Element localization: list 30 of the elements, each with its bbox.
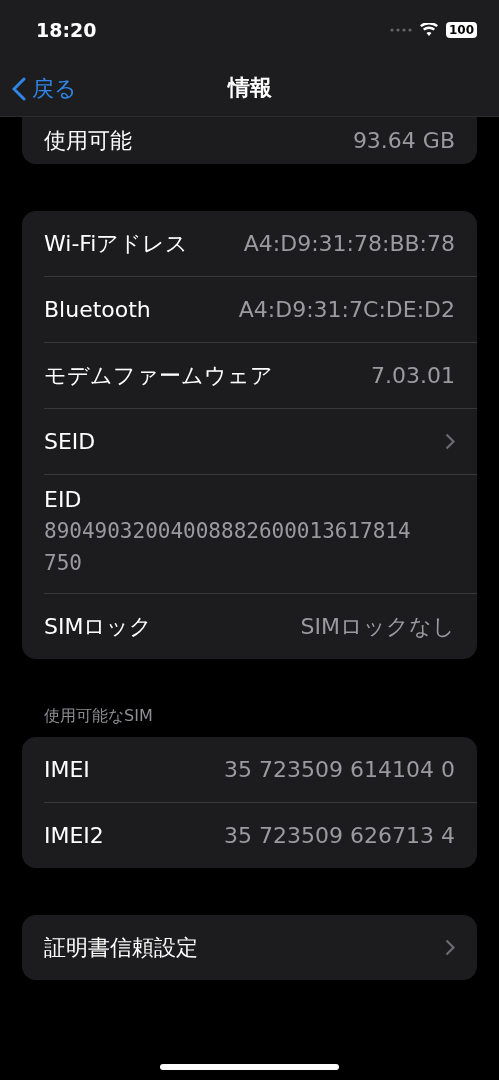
row-label: Bluetooth	[44, 297, 151, 322]
row-label: 使用可能	[44, 126, 132, 155]
row-label: Wi-Fiアドレス	[44, 229, 189, 258]
status-time: 18:20	[36, 19, 97, 41]
battery-level: 100	[445, 22, 477, 38]
row-label: IMEI	[44, 757, 90, 782]
chevron-icon	[445, 433, 455, 450]
row-label: 証明書信頼設定	[44, 933, 198, 962]
row-label: モデムファームウェア	[44, 361, 273, 390]
row-label: EID	[44, 487, 83, 512]
screen-title: 情報	[227, 74, 272, 102]
back-button[interactable]: 戻る	[10, 72, 79, 106]
list-row[interactable]: 証明書信頼設定	[44, 915, 477, 980]
row-value: 7.03.01	[371, 363, 455, 388]
row-value: 35 723509 614104 0	[224, 757, 455, 782]
row-value: 93.64 GB	[352, 128, 455, 153]
row-value: SIMロックなし	[300, 612, 455, 641]
row-value: 89049032004008882600013617814750	[44, 518, 411, 577]
row-value: A4:D9:31:78:BB:78	[243, 231, 455, 256]
signal-dots-icon	[389, 28, 412, 32]
row-label: SEID	[44, 429, 96, 454]
list-row[interactable]: SEID	[44, 408, 477, 474]
row-label: SIMロック	[44, 612, 153, 641]
chevron-icon	[445, 939, 455, 956]
row-label: IMEI2	[44, 823, 104, 848]
section-header: 使用可能なSIM	[44, 706, 154, 727]
row-value: A4:D9:31:7C:DE:D2	[238, 297, 455, 322]
wifi-icon	[419, 23, 438, 37]
row-value: 35 723509 626713 4	[224, 823, 455, 848]
back-chevron-icon	[12, 77, 26, 101]
